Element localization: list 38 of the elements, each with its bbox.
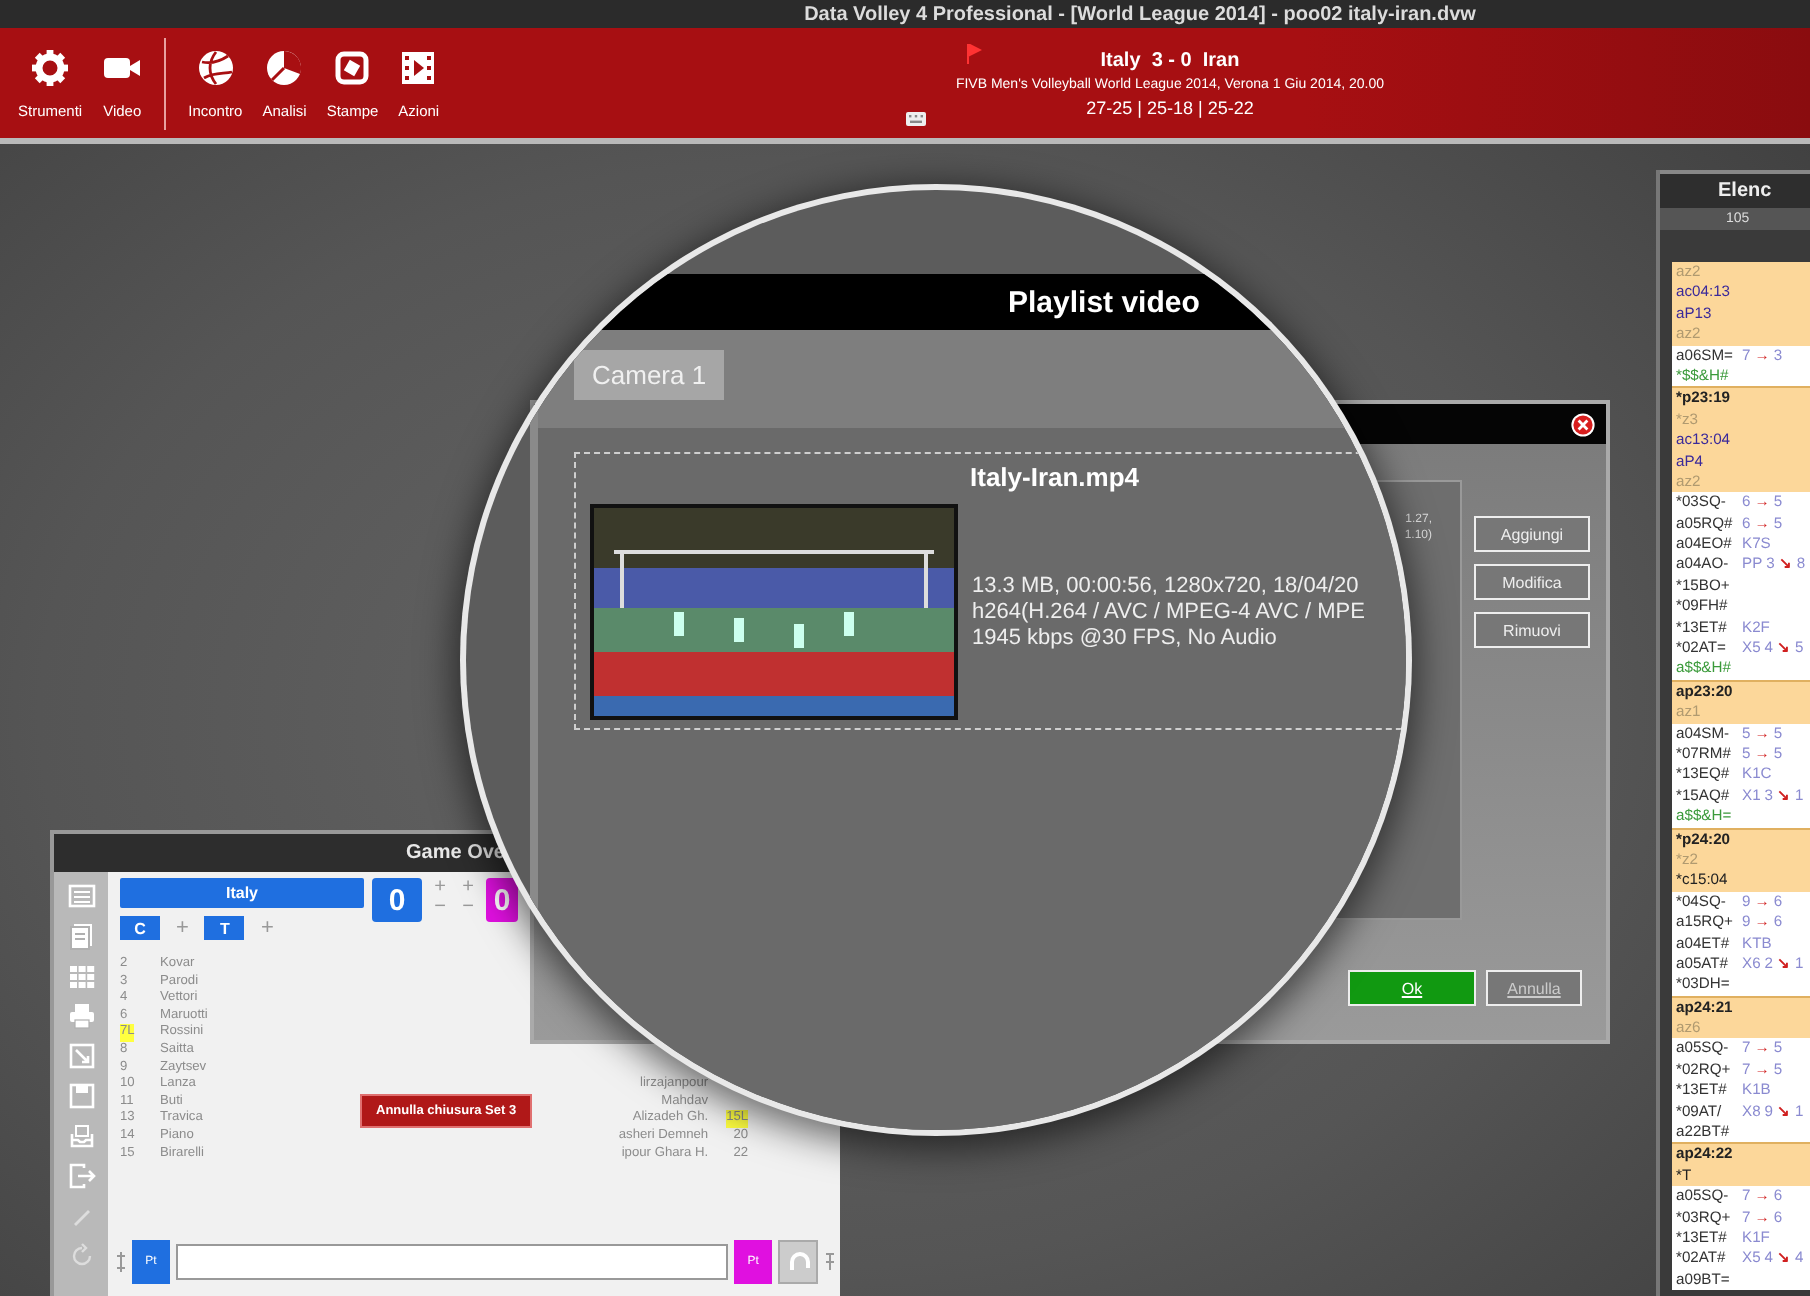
code-input-field[interactable] [176, 1244, 729, 1280]
team-button[interactable]: Italy [120, 878, 364, 908]
flag-icon [966, 44, 982, 64]
tag-button[interactable]: T [204, 916, 245, 940]
video-details: h264(H.264 / AVC / MPEG-4 AVC / MPE [972, 599, 1365, 625]
pie-chart-icon [264, 47, 305, 87]
video-file-name: Italy-Iran.mp4 [968, 462, 1142, 492]
window-title: Data Volley 4 Professional - [World League 2014] - poo02 italy-iran.dvw [0, 0, 1810, 28]
panel-title: Elenc [1660, 170, 1810, 208]
gear-icon [30, 47, 71, 87]
match-score: Italy 3 - 0 Iran [1100, 49, 1240, 71]
undo-button[interactable] [778, 1240, 819, 1284]
dialog-button[interactable]: Aggiungi [1474, 516, 1590, 552]
video-details: 1945 kbps @30 FPS, No Audio [972, 625, 1279, 651]
list-icon[interactable] [67, 882, 95, 910]
opponent-set-score: 0 [486, 878, 518, 922]
refresh-icon[interactable] [67, 1242, 95, 1270]
close-icon[interactable] [1570, 411, 1596, 437]
save-icon[interactable] [67, 1082, 95, 1110]
film-icon [398, 47, 439, 87]
document-icon[interactable] [67, 922, 95, 950]
set-scores: 27-25 | 25-18 | 25-22 [1086, 97, 1254, 117]
tray-icon[interactable] [67, 1122, 95, 1150]
volleyball-icon [195, 47, 236, 87]
video-details: 13.3 MB, 00:00:56, 1280x720, 18/04/20 [972, 573, 1361, 599]
undo-icon [786, 1250, 811, 1274]
printer-icon[interactable] [67, 1002, 95, 1030]
tag-button[interactable]: C [120, 916, 160, 940]
set-score: 0 [372, 878, 422, 922]
video-file-card[interactable]: Italy-Iran.mp4 13.3 MB, 00:00:56, 1280x720, 18/04/20 h264(H.264 / AVC / MPEG-4 AVC / MPE 1945 kbps @30 FPS, No Audio [574, 452, 1406, 730]
grid-icon[interactable] [67, 962, 95, 990]
keyboard-icon[interactable] [906, 112, 926, 126]
export-icon[interactable] [67, 1042, 95, 1070]
exit-icon[interactable] [67, 1162, 95, 1190]
ok-button[interactable]: Ok [1348, 970, 1476, 1006]
dialog-button[interactable]: Rimuovi [1474, 612, 1590, 648]
dialog-button[interactable]: Modifica [1474, 564, 1590, 600]
print-layout-icon [332, 47, 373, 87]
